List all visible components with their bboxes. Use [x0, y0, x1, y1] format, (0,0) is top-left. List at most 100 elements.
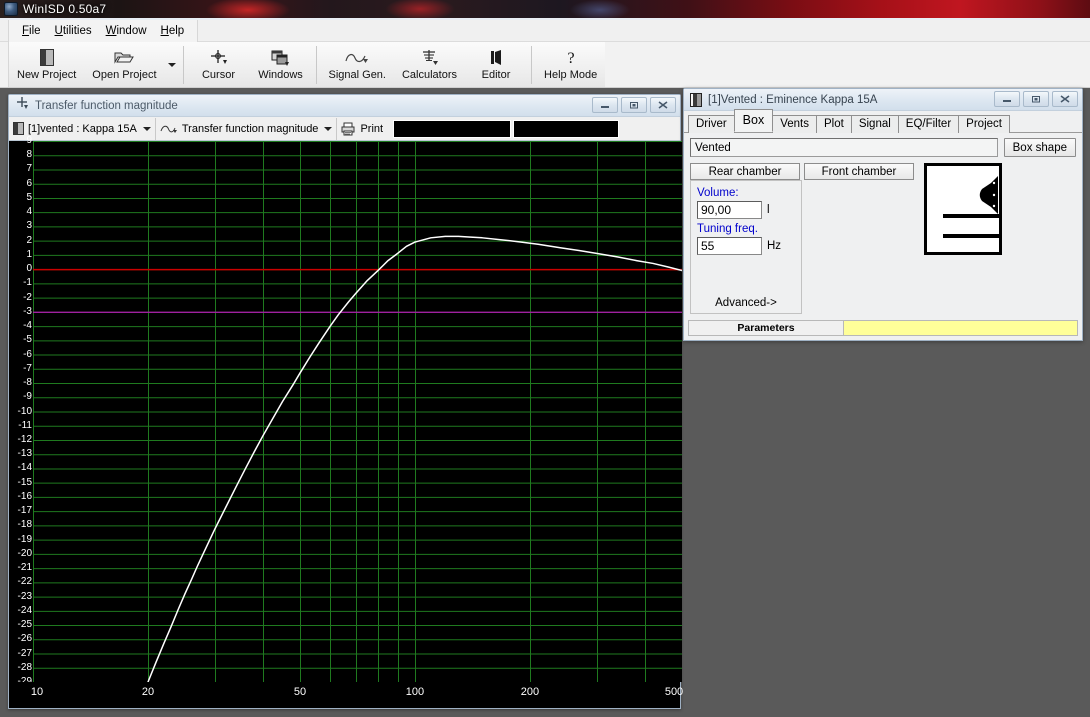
windows-icon: [270, 48, 292, 67]
y-axis-tick-label: -22: [17, 576, 32, 588]
dialog-window-buttons: [994, 91, 1078, 107]
y-axis-tick-label: -12: [17, 433, 32, 445]
new-project-label: New Project: [17, 69, 77, 81]
box-name-row: Vented Box shape: [690, 138, 1076, 157]
toolbar-separator-1: [182, 46, 184, 84]
print-button[interactable]: Print: [337, 118, 387, 140]
open-project-button[interactable]: Open Project: [84, 42, 164, 88]
dialog-maximize-button[interactable]: [1023, 91, 1049, 107]
y-axis-tick-label: -27: [17, 647, 32, 659]
menubar: FFileile Utilities Window Help: [0, 20, 1090, 42]
tab-plot[interactable]: Plot: [816, 115, 852, 133]
open-project-label: Open Project: [92, 69, 157, 81]
signal-gen-button[interactable]: Signal Gen.: [321, 42, 394, 88]
tab-project[interactable]: Project: [958, 115, 1010, 133]
y-axis-tick-label: -17: [17, 505, 32, 517]
x-axis-tick-label: 100: [405, 686, 425, 698]
chart-maximize-button[interactable]: [621, 97, 647, 113]
document-icon: [13, 122, 24, 135]
y-axis-tick-label: -19: [17, 533, 32, 545]
plot-type-value: Transfer function magnitude: [181, 122, 319, 135]
box-shape-button[interactable]: Box shape: [1003, 138, 1076, 157]
tab-signal[interactable]: Signal: [850, 115, 899, 133]
plot-area[interactable]: 9 8 7 6 5 4 3 2 1 0 -1 -2 -3 -4 -5 -6 -7 -8 -9 -10 -11 -12 -13…: [9, 136, 683, 708]
y-axis-tick-label: -10: [17, 405, 32, 417]
x-axis-tick-label: 200: [520, 686, 540, 698]
status-parameters-label: Parameters: [689, 321, 844, 335]
project-dialog: [1]Vented : Eminence Kappa 15A Driver Bo…: [683, 88, 1083, 341]
project-selector-value: [1]vented : Kappa 15A: [28, 122, 137, 135]
tab-vents[interactable]: Vents: [772, 115, 817, 133]
menu-item-file[interactable]: FFileile: [15, 22, 48, 40]
help-mode-button[interactable]: ? Help Mode: [536, 42, 605, 88]
chart-window: Transfer function magnitude [1]vented: …: [8, 94, 683, 709]
toolbar-separator-2: [315, 46, 317, 84]
windows-label: Windows: [258, 69, 303, 81]
chart-window-title: Transfer function magnitude: [35, 99, 178, 112]
advanced-button[interactable]: Advanced->: [691, 297, 801, 309]
y-axis-tick-label: 9: [26, 135, 32, 146]
project-selector-chevron-down-icon[interactable]: [142, 126, 151, 131]
volume-unit: l: [767, 204, 770, 216]
chart-toolbar: [1]vented : Kappa 15A Transfer function …: [9, 117, 680, 141]
new-project-button[interactable]: New Project: [9, 42, 84, 88]
rear-chamber-button[interactable]: Rear chamber: [690, 163, 800, 180]
y-axis-tick-label: -15: [17, 476, 32, 488]
cursor-button[interactable]: Cursor: [188, 42, 250, 88]
open-project-dropdown-arrow[interactable]: [165, 42, 179, 88]
calculators-button[interactable]: Calculators: [394, 42, 465, 88]
dialog-title: [1]Vented : Eminence Kappa 15A: [708, 93, 878, 106]
y-axis-tick-label: 2: [26, 234, 32, 246]
menu-item-window[interactable]: Window: [99, 22, 154, 40]
help-mode-label: Help Mode: [544, 69, 598, 81]
chart-close-button[interactable]: [650, 97, 676, 113]
y-axis-tick-label: -18: [17, 519, 32, 531]
tab-box[interactable]: Box: [733, 109, 774, 132]
dialog-tabs: Driver Box Vents Plot Signal EQ/Filter P…: [684, 109, 1082, 133]
document-icon: [690, 92, 702, 107]
editor-label: Editor: [481, 69, 511, 81]
y-axis-tick-label: -25: [17, 619, 32, 631]
y-axis-tick-label: -28: [17, 661, 32, 673]
menu-item-utilities[interactable]: Utilities: [48, 22, 99, 40]
box-diagram-shelf-2: [943, 234, 999, 238]
y-axis-tick-label: -20: [17, 547, 32, 559]
plot-type-selector[interactable]: Transfer function magnitude: [156, 117, 338, 140]
editor-button[interactable]: Editor: [465, 42, 527, 88]
cursor-icon: [208, 48, 230, 67]
front-chamber-button[interactable]: Front chamber: [804, 163, 914, 180]
y-axis-tick-label: -8: [23, 377, 32, 389]
y-axis-tick-label: -21: [17, 562, 32, 574]
volume-input[interactable]: 90,00: [697, 201, 762, 219]
chart-minimize-button[interactable]: [592, 97, 618, 113]
y-axis-tick-label: 6: [26, 177, 32, 189]
windows-button[interactable]: Windows: [250, 42, 312, 88]
tab-driver[interactable]: Driver: [688, 115, 735, 133]
status-value-field: [844, 321, 1077, 335]
plot-svg: [33, 141, 682, 682]
tab-eq-filter[interactable]: EQ/Filter: [897, 115, 960, 133]
dialog-titlebar[interactable]: [1]Vented : Eminence Kappa 15A: [684, 89, 1082, 111]
dialog-minimize-button[interactable]: [994, 91, 1020, 107]
menu-item-help[interactable]: Help: [154, 22, 192, 40]
printer-icon: [341, 122, 356, 136]
x-axis-tick-label: 20: [141, 686, 155, 698]
desktop: WinISD 0.50a7 FFileile Utilities Window …: [0, 0, 1090, 717]
box-diagram-shelf-1: [943, 214, 999, 218]
x-axis-labels: 10 20 50 100 200 500: [9, 682, 683, 708]
y-axis-tick-label: 3: [26, 220, 32, 232]
plot-canvas[interactable]: [33, 141, 682, 682]
vented-box-diagram: [924, 163, 1002, 255]
tuning-freq-input[interactable]: 55: [697, 237, 762, 255]
cursor-label: Cursor: [201, 69, 235, 81]
dialog-close-button[interactable]: [1052, 91, 1078, 107]
chart-window-buttons: [592, 97, 676, 113]
main-toolbar: New Project Open Project Cursor Windows …: [0, 42, 1090, 88]
volume-label: Volume:: [697, 187, 739, 199]
chart-window-titlebar[interactable]: Transfer function magnitude: [9, 95, 680, 117]
plot-type-chevron-down-icon[interactable]: [324, 126, 333, 131]
y-axis-tick-label: -24: [17, 604, 32, 616]
y-axis-tick-label: 7: [26, 163, 32, 175]
box-name-input[interactable]: Vented: [690, 138, 998, 157]
y-axis-tick-label: -5: [23, 334, 32, 346]
